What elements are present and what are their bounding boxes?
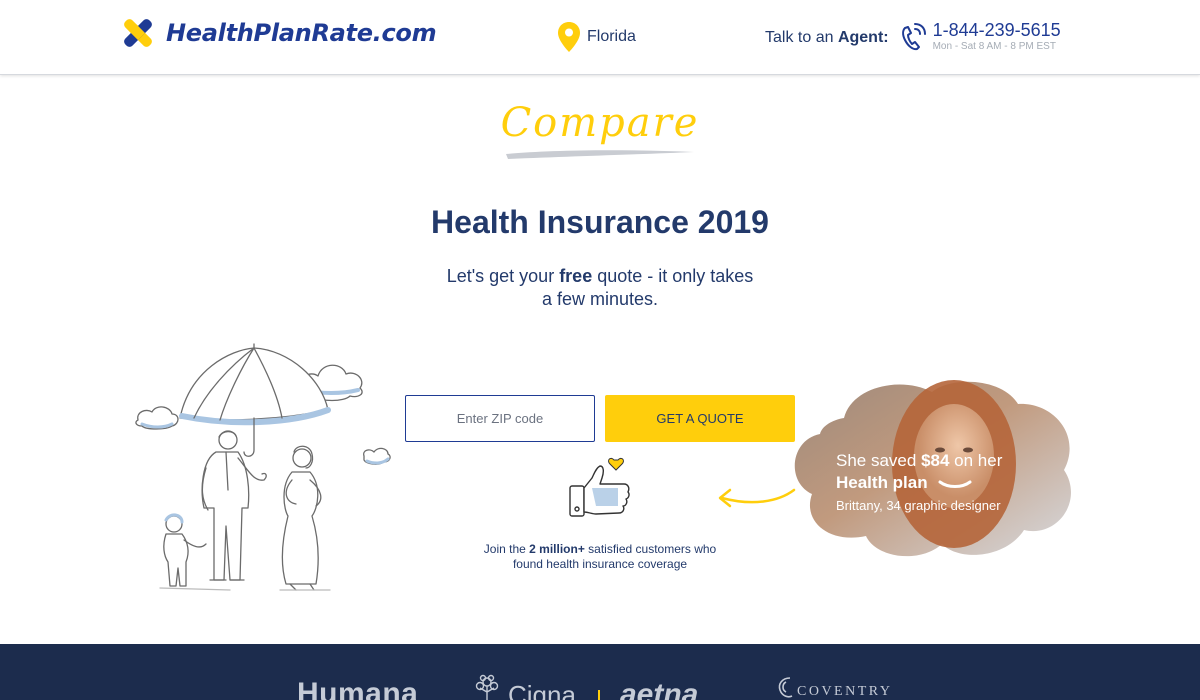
testimonial-line-1: She saved $84 on her <box>836 451 1003 470</box>
location-label: Florida <box>587 28 636 45</box>
site-logo[interactable]: HealthPlanRate.com <box>122 18 437 48</box>
thumbs-up-heart-icon <box>569 457 630 517</box>
testimonial-line-3: Brittany, 34 graphic designer <box>836 498 1001 513</box>
testimonial-amount: $84 <box>921 451 950 470</box>
social-proof-count: 2 million+ <box>529 542 585 556</box>
social-proof-text: Join the 2 million+ satisfied customers … <box>470 542 730 572</box>
phone-hours: Mon - Sat 8 AM - 8 PM EST <box>932 41 1056 52</box>
page-subtitle: Let's get your free quote - it only take… <box>440 265 760 311</box>
agent-bold: Agent: <box>837 28 889 46</box>
brand-aetna: aetna <box>620 678 699 700</box>
family-umbrella-illustration <box>135 343 391 591</box>
coventry-mark-icon <box>778 677 793 698</box>
page-title: Health Insurance 2019 <box>431 204 769 240</box>
testimonial-line-2: Health plan <box>836 473 928 492</box>
cigna-tree-icon <box>475 674 499 700</box>
location-selector[interactable]: Florida <box>557 21 636 53</box>
compare-text: Compare <box>500 100 700 146</box>
brand-humana: Humana <box>297 677 419 700</box>
agent-label: Talk to an Agent: <box>765 29 889 47</box>
curved-arrow-icon <box>718 488 796 508</box>
subtitle-bold: free <box>559 266 593 286</box>
zip-code-input[interactable] <box>405 395 595 442</box>
logo-cross-icon <box>124 19 152 47</box>
brand-cigna: Cigna <box>508 680 576 700</box>
brand-separator <box>598 690 600 700</box>
get-quote-button[interactable]: GET A QUOTE <box>605 395 795 442</box>
social-proof-start: Join the <box>483 542 530 556</box>
site-header: HealthPlanRate.com Florida Talk to an Ag… <box>0 0 1200 75</box>
testimonial-line-1-before: She saved <box>836 451 921 470</box>
insurer-logos-bar: Humana Cigna aetna COVENTRY <box>0 644 1200 700</box>
agent-contact: Talk to an Agent: 1-844-239-5615 Mon - S… <box>765 20 1061 53</box>
phone-block: 1-844-239-5615 Mon - Sat 8 AM - 8 PM EST <box>933 20 1061 53</box>
phone-number-link[interactable]: 1-844-239-5615 <box>933 20 1061 40</box>
testimonial-cloud: She saved $84 on her Health plan Brittan… <box>794 380 1071 557</box>
compare-heading: Compare <box>500 100 700 162</box>
testimonial-line-1-after: on her <box>949 451 1002 470</box>
agent-prefix: Talk to an <box>765 28 834 46</box>
phone-icon <box>901 22 926 50</box>
logo-text: HealthPlanRate.com <box>166 19 437 47</box>
brand-coventry: COVENTRY <box>797 684 893 699</box>
map-pin-icon <box>558 22 580 52</box>
subtitle-start: Let's get your <box>446 266 560 286</box>
